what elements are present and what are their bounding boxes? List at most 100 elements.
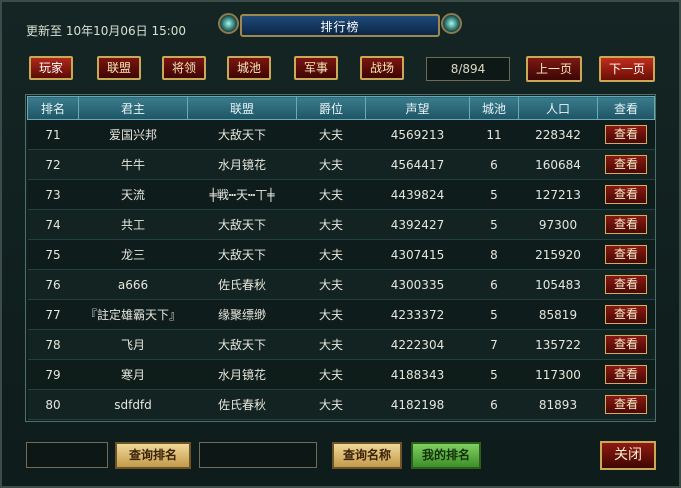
header-alliance: 联盟 — [187, 96, 297, 120]
cell-population: 81893 — [518, 389, 598, 420]
cell-cities: 6 — [469, 149, 519, 180]
cell-population: 105483 — [518, 269, 598, 300]
cell-lord: 牛牛 — [78, 149, 188, 180]
cell-cities: 5 — [469, 179, 519, 210]
cell-alliance: 大敌天下 — [187, 329, 297, 360]
table-row: 77 『註定雄霸天下』 缘聚缥缈 大夫 4233372 5 85819 查看 — [27, 299, 655, 330]
cell-prestige: 4182198 — [365, 389, 470, 420]
cell-rank: 73 — [27, 179, 79, 210]
header-lord: 君主 — [78, 96, 188, 120]
cell-rank: 72 — [27, 149, 79, 180]
cell-rank: 71 — [27, 119, 79, 150]
cell-alliance: ╪戦┅天┅丅╪ — [187, 179, 297, 210]
tab-alliance[interactable]: 联盟 — [97, 56, 141, 80]
cell-cities: 8 — [469, 239, 519, 270]
cell-population: 135722 — [518, 329, 598, 360]
view-button[interactable]: 查看 — [605, 185, 647, 204]
cell-lord: a666 — [78, 269, 188, 300]
cell-title: 大夫 — [296, 149, 366, 180]
cell-prestige: 4188343 — [365, 359, 470, 390]
cell-title: 大夫 — [296, 179, 366, 210]
cell-lord: 飞月 — [78, 329, 188, 360]
header-prestige: 声望 — [365, 96, 470, 120]
cell-lord: 寒月 — [78, 359, 188, 390]
cell-population: 228342 — [518, 119, 598, 150]
cell-alliance: 佐氏春秋 — [187, 389, 297, 420]
next-page-button[interactable]: 下一页 — [599, 56, 655, 82]
query-rank-button[interactable]: 查询排名 — [115, 442, 191, 469]
cell-cities: 5 — [469, 359, 519, 390]
view-button[interactable]: 查看 — [605, 305, 647, 324]
tab-military[interactable]: 军事 — [294, 56, 338, 80]
view-button[interactable]: 查看 — [605, 395, 647, 414]
cell-cities: 6 — [469, 269, 519, 300]
cell-population: 117300 — [518, 359, 598, 390]
page-indicator: 8/894 — [426, 57, 510, 81]
table-row: 73 天流 ╪戦┅天┅丅╪ 大夫 4439824 5 127213 查看 — [27, 179, 655, 210]
cell-population: 85819 — [518, 299, 598, 330]
cell-rank: 78 — [27, 329, 79, 360]
ranking-table: 排名 君主 联盟 爵位 声望 城池 人口 查看 71 爱国兴邦 大敌天下 大夫 … — [27, 96, 655, 420]
prev-page-button[interactable]: 上一页 — [526, 56, 582, 82]
cell-population: 97300 — [518, 209, 598, 240]
cell-prestige: 4300335 — [365, 269, 470, 300]
tab-general[interactable]: 将领 — [162, 56, 206, 80]
cell-title: 大夫 — [296, 299, 366, 330]
cell-title: 大夫 — [296, 329, 366, 360]
header-population: 人口 — [518, 96, 598, 120]
update-time: 更新至 10年10月06日 15:00 — [26, 24, 187, 38]
ranking-panel: 更新至 10年10月06日 15:00 排行榜 玩家 联盟 将领 城池 军事 战… — [0, 0, 681, 488]
cell-lord: sdfdfd — [78, 389, 188, 420]
my-rank-button[interactable]: 我的排名 — [411, 442, 481, 469]
view-button[interactable]: 查看 — [605, 215, 647, 234]
close-button[interactable]: 关闭 — [600, 441, 656, 470]
cell-population: 160684 — [518, 149, 598, 180]
cell-alliance: 大敌天下 — [187, 239, 297, 270]
cell-lord: 龙三 — [78, 239, 188, 270]
cell-alliance: 大敌天下 — [187, 119, 297, 150]
view-button[interactable]: 查看 — [605, 125, 647, 144]
table-row: 76 a666 佐氏春秋 大夫 4300335 6 105483 查看 — [27, 269, 655, 300]
cell-lord: 『註定雄霸天下』 — [78, 299, 188, 330]
table-row: 79 寒月 水月镜花 大夫 4188343 5 117300 查看 — [27, 359, 655, 390]
cell-prestige: 4307415 — [365, 239, 470, 270]
cell-alliance: 水月镜花 — [187, 149, 297, 180]
cell-lord: 共工 — [78, 209, 188, 240]
tab-player[interactable]: 玩家 — [29, 56, 73, 80]
name-search-input[interactable] — [199, 442, 317, 468]
cell-title: 大夫 — [296, 239, 366, 270]
cell-rank: 74 — [27, 209, 79, 240]
cell-rank: 76 — [27, 269, 79, 300]
cell-rank: 79 — [27, 359, 79, 390]
cell-title: 大夫 — [296, 389, 366, 420]
cell-alliance: 缘聚缥缈 — [187, 299, 297, 330]
tab-battlefield[interactable]: 战场 — [360, 56, 404, 80]
view-button[interactable]: 查看 — [605, 335, 647, 354]
cell-alliance: 佐氏春秋 — [187, 269, 297, 300]
table-row: 78 飞月 大敌天下 大夫 4222304 7 135722 查看 — [27, 329, 655, 360]
cell-cities: 5 — [469, 299, 519, 330]
cell-rank: 77 — [27, 299, 79, 330]
query-name-button[interactable]: 查询名称 — [332, 442, 402, 469]
rank-search-input[interactable] — [26, 442, 108, 468]
cell-population: 215920 — [518, 239, 598, 270]
cell-lord: 天流 — [78, 179, 188, 210]
cell-cities: 5 — [469, 209, 519, 240]
cell-prestige: 4233372 — [365, 299, 470, 330]
cell-cities: 11 — [469, 119, 519, 150]
cell-title: 大夫 — [296, 359, 366, 390]
cell-prestige: 4222304 — [365, 329, 470, 360]
view-button[interactable]: 查看 — [605, 245, 647, 264]
panel-title: 排行榜 — [320, 20, 360, 34]
cell-rank: 75 — [27, 239, 79, 270]
table-row: 71 爱国兴邦 大敌天下 大夫 4569213 11 228342 查看 — [27, 119, 655, 150]
header-cities: 城池 — [469, 96, 519, 120]
title-plate: 排行榜 — [218, 11, 462, 38]
view-button[interactable]: 查看 — [605, 155, 647, 174]
cell-title: 大夫 — [296, 119, 366, 150]
view-button[interactable]: 查看 — [605, 365, 647, 384]
view-button[interactable]: 查看 — [605, 275, 647, 294]
cell-population: 127213 — [518, 179, 598, 210]
table-row: 72 牛牛 水月镜花 大夫 4564417 6 160684 查看 — [27, 149, 655, 180]
tab-city[interactable]: 城池 — [227, 56, 271, 80]
